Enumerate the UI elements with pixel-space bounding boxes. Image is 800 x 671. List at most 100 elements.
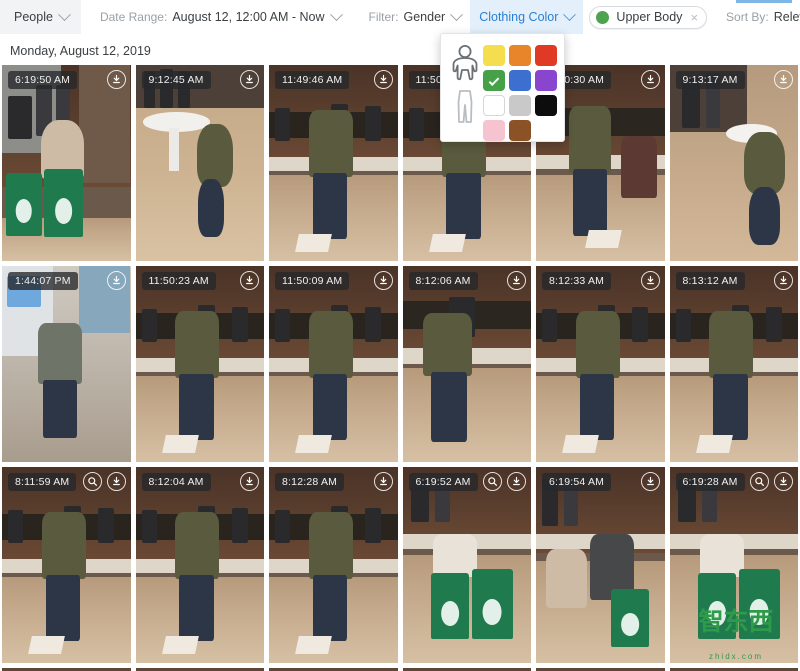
thumbnail-image <box>402 266 531 462</box>
tile-actions <box>240 70 259 89</box>
active-filter-chip-upper-body[interactable]: Upper Body × <box>589 5 708 29</box>
color-dot-icon <box>596 10 610 24</box>
tile-actions <box>82 472 126 491</box>
swatch-black[interactable] <box>535 95 557 116</box>
tile-timestamp: 6:19:28 AM <box>675 473 745 491</box>
tile-actions <box>106 271 126 290</box>
swatch-gray[interactable] <box>509 95 531 116</box>
result-tile[interactable]: 8:12:28 AM <box>269 467 398 663</box>
swatch-yellow[interactable] <box>483 45 505 66</box>
tile-actions <box>774 70 793 89</box>
body-part-selector <box>450 42 480 133</box>
result-tile[interactable]: 9:13:17 AM <box>669 65 798 261</box>
sort-by-value: Relevance <box>773 10 800 24</box>
thumbnail-image <box>135 467 264 663</box>
search-icon[interactable] <box>750 472 769 491</box>
tile-actions <box>373 70 393 89</box>
tile-actions <box>507 271 526 290</box>
tile-timestamp: 6:19:54 AM <box>542 473 612 491</box>
download-icon[interactable] <box>240 472 259 491</box>
filter-label: Filter: <box>368 10 399 24</box>
tile-timestamp: 6:19:52 AM <box>408 473 478 491</box>
swatch-white[interactable] <box>483 95 505 116</box>
download-icon[interactable] <box>240 70 259 89</box>
chevron-down-icon <box>450 7 464 21</box>
tile-timestamp: 9:12:45 AM <box>141 71 211 89</box>
results-date-header: Monday, August 12, 2019 <box>0 34 800 65</box>
result-tile[interactable]: 6:19:28 AM <box>669 467 798 663</box>
swatch-purple[interactable] <box>535 70 557 91</box>
download-icon[interactable] <box>373 271 393 290</box>
clothing-color-dropdown-panel[interactable] <box>440 33 565 142</box>
filter-gender-value: Gender <box>403 10 446 24</box>
check-icon <box>488 74 500 86</box>
date-range-value: August 12, 12:00 AM - Now <box>172 10 325 24</box>
thumbnail-image <box>669 266 798 462</box>
thumbnail-image <box>135 65 264 261</box>
result-tile[interactable]: 6:19:52 AM <box>402 467 531 663</box>
filter-gender-selector[interactable]: Filter: Gender <box>360 0 471 34</box>
swatch-brown[interactable] <box>509 120 531 141</box>
thumbnail-image <box>269 65 398 261</box>
download-icon[interactable] <box>373 70 393 89</box>
tile-timestamp: 8:12:33 AM <box>542 272 612 290</box>
download-icon[interactable] <box>507 472 526 491</box>
result-tile[interactable]: 6:19:54 AM <box>536 467 665 663</box>
filter-clothing-color-selector[interactable]: Clothing Color <box>470 0 584 34</box>
download-icon[interactable] <box>774 70 793 89</box>
download-icon[interactable] <box>774 271 793 290</box>
date-range-label: Date Range: <box>99 10 168 24</box>
result-tile[interactable]: 11:50:23 AM <box>135 266 264 462</box>
pants-icon[interactable] <box>450 88 480 126</box>
swatch-red[interactable] <box>535 45 557 66</box>
tile-timestamp: 11:49:46 AM <box>275 71 350 89</box>
result-tile[interactable]: 11:49:46 AM <box>269 65 398 261</box>
result-tile[interactable]: 8:13:12 AM <box>669 266 798 462</box>
torso-icon[interactable] <box>450 44 480 82</box>
search-icon[interactable] <box>483 472 502 491</box>
close-icon[interactable]: × <box>690 11 698 24</box>
download-icon[interactable] <box>240 271 259 290</box>
result-tile[interactable]: 1:44:07 PM <box>2 266 131 462</box>
download-icon[interactable] <box>640 271 660 290</box>
download-icon[interactable] <box>507 271 526 290</box>
thumbnail-image <box>669 65 798 261</box>
tile-timestamp: 11:50:09 AM <box>275 272 350 290</box>
tile-actions <box>240 271 259 290</box>
thumbnail-image <box>2 65 131 261</box>
tile-timestamp: 8:12:06 AM <box>408 272 478 290</box>
result-tile[interactable]: 8:12:04 AM <box>135 467 264 663</box>
sort-by-selector[interactable]: Sort By: Relevance <box>717 0 800 34</box>
download-icon[interactable] <box>774 472 793 491</box>
result-tile[interactable]: 9:12:45 AM <box>135 65 264 261</box>
thumbnail-image <box>2 467 131 663</box>
download-icon[interactable] <box>106 472 126 491</box>
tile-timestamp: 6:19:50 AM <box>8 71 78 89</box>
result-tile[interactable]: 8:12:06 AM <box>402 266 531 462</box>
download-icon[interactable] <box>373 472 393 491</box>
swatch-orange[interactable] <box>509 45 531 66</box>
download-icon[interactable] <box>106 271 126 290</box>
tile-actions <box>774 271 793 290</box>
top-toolbar: People Date Range: August 12, 12:00 AM -… <box>0 0 800 34</box>
chevron-down-icon <box>563 7 577 21</box>
result-tile[interactable]: 11:50:09 AM <box>269 266 398 462</box>
swatch-blue[interactable] <box>509 70 531 91</box>
tile-timestamp: 9:13:17 AM <box>675 71 745 89</box>
active-filter-chip-label: Upper Body <box>616 10 683 24</box>
entity-selector-people[interactable]: People <box>0 0 81 34</box>
tile-actions <box>640 472 660 491</box>
result-tile[interactable]: 6:19:50 AM <box>2 65 131 261</box>
result-tile[interactable]: 8:12:33 AM <box>536 266 665 462</box>
tile-timestamp: 8:12:28 AM <box>275 473 345 491</box>
result-tile[interactable]: 8:11:59 AM <box>2 467 131 663</box>
date-range-selector[interactable]: Date Range: August 12, 12:00 AM - Now <box>91 0 350 34</box>
swatch-green[interactable] <box>483 70 505 91</box>
download-icon[interactable] <box>640 472 660 491</box>
swatch-pink[interactable] <box>483 120 505 141</box>
search-icon[interactable] <box>82 472 102 491</box>
tile-timestamp: 8:13:12 AM <box>675 272 745 290</box>
download-icon[interactable] <box>640 70 660 89</box>
tile-timestamp: 1:44:07 PM <box>8 272 78 290</box>
download-icon[interactable] <box>106 70 126 89</box>
